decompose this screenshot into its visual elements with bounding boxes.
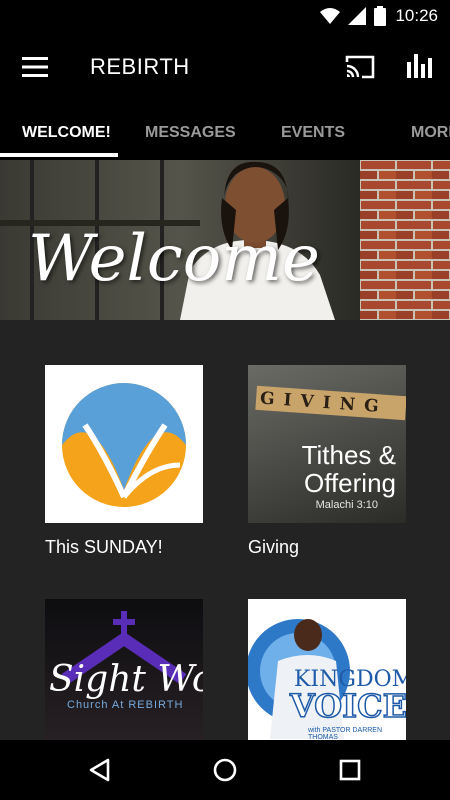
church-logo-icon xyxy=(62,383,186,507)
banner-title: Welcome xyxy=(28,222,320,296)
tile-label: Giving xyxy=(248,537,300,557)
system-nav-bar xyxy=(0,740,450,800)
battery-icon xyxy=(374,6,386,26)
home-icon[interactable] xyxy=(211,756,239,784)
status-time: 10:26 xyxy=(395,6,438,25)
app-title: REBIRTH xyxy=(90,54,190,79)
recents-icon[interactable] xyxy=(336,756,364,784)
tile-image-giving: GIVING Tithes & Offering Malachi 3:10 xyxy=(248,365,406,523)
app-bar: REBIRTH xyxy=(0,32,450,104)
tab-more[interactable]: MORE xyxy=(411,124,450,142)
tab-bar: WELCOME! MESSAGES EVENTS MORE xyxy=(0,104,450,160)
cell-signal-icon xyxy=(348,7,366,25)
tab-events[interactable]: EVENTS xyxy=(281,124,345,142)
tile-image-this-sunday xyxy=(45,365,203,523)
cast-icon[interactable] xyxy=(344,54,376,80)
tile-giving[interactable]: GIVING Tithes & Offering Malachi 3:10 Gi… xyxy=(248,365,406,558)
tile-image-kingdom-voice: KINGDOM VOICE with PASTOR DARREN THOMAS xyxy=(248,599,406,757)
status-bar: 10:26 xyxy=(0,0,450,32)
back-icon[interactable] xyxy=(86,756,114,784)
status-icons xyxy=(320,6,386,26)
welcome-banner: Welcome xyxy=(0,160,450,320)
tile-sight-word[interactable]: Sight Word Church At REBIRTH xyxy=(45,599,203,757)
tile-kingdom-voice[interactable]: KINGDOM VOICE with PASTOR DARREN THOMAS xyxy=(248,599,406,757)
tab-indicator xyxy=(0,153,118,157)
menu-icon[interactable] xyxy=(22,56,48,78)
tile-label: This SUNDAY! xyxy=(45,537,163,557)
tab-messages[interactable]: MESSAGES xyxy=(145,124,236,142)
tile-this-sunday[interactable]: This SUNDAY! xyxy=(45,365,203,558)
content-grid: This SUNDAY! GIVING Tithes & Offering Ma… xyxy=(0,320,450,757)
wifi-icon xyxy=(320,8,340,24)
tab-welcome[interactable]: WELCOME! xyxy=(22,124,111,142)
tile-image-sight-word: Sight Word Church At REBIRTH xyxy=(45,599,203,757)
bar-chart-icon[interactable] xyxy=(406,52,434,80)
